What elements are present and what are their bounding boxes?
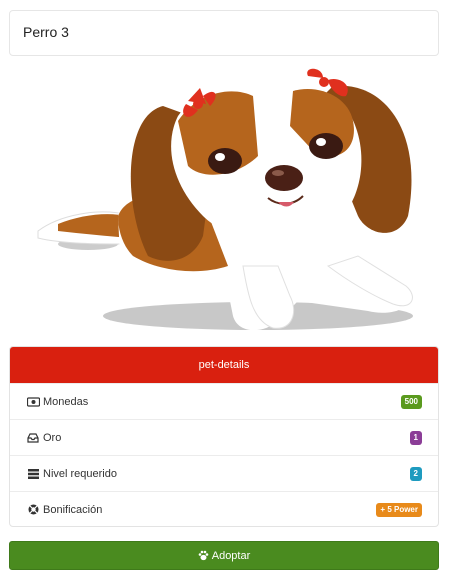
detail-label-coins: Monedas bbox=[43, 395, 89, 408]
detail-label-level: Nivel requerido bbox=[43, 467, 117, 480]
detail-row-bonus: Bonificación + 5 Power bbox=[10, 491, 438, 526]
detail-row-coins: Monedas 500 bbox=[10, 383, 438, 419]
adopt-button[interactable]: Adoptar bbox=[9, 541, 439, 570]
detail-row-gold: Oro 1 bbox=[10, 419, 438, 455]
detail-label-gold: Oro bbox=[43, 431, 62, 444]
details-header: pet-details bbox=[10, 347, 438, 383]
pet-details-panel: pet-details Monedas 500 Oro 1 Nivel requ… bbox=[9, 346, 439, 527]
server-icon bbox=[26, 468, 40, 480]
paw-icon bbox=[198, 550, 209, 561]
level-badge: 2 bbox=[409, 466, 422, 481]
detail-row-level: Nivel requerido 2 bbox=[10, 455, 438, 491]
dog-illustration-icon bbox=[37, 68, 413, 331]
bonus-badge: + 5 Power bbox=[376, 502, 422, 517]
details-header-label: pet-details bbox=[198, 359, 250, 371]
pet-image bbox=[28, 66, 428, 344]
detail-label-bonus: Bonificación bbox=[43, 503, 103, 516]
gold-badge: 1 bbox=[409, 430, 422, 445]
money-icon bbox=[26, 396, 40, 408]
pet-title-card: Perro 3 bbox=[9, 10, 439, 56]
inbox-icon bbox=[26, 432, 40, 444]
lifebuoy-icon bbox=[26, 504, 40, 516]
pet-name: Perro 3 bbox=[23, 24, 69, 40]
adopt-button-label: Adoptar bbox=[211, 549, 251, 562]
coins-badge: 500 bbox=[400, 394, 422, 409]
